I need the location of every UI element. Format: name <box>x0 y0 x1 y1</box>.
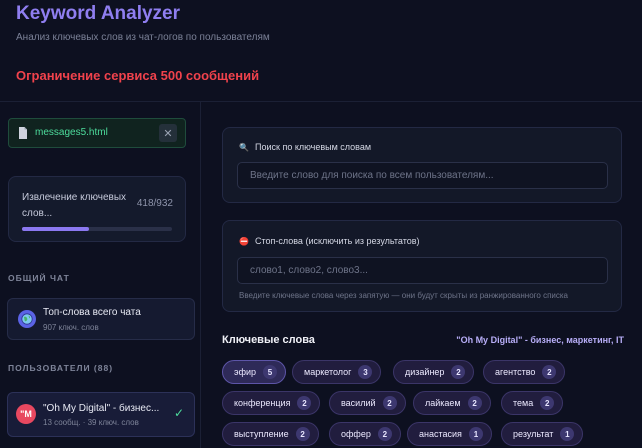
extraction-progress: Извлечение ключевых слов... 418/932 <box>8 176 186 242</box>
app-title: Keyword Analyzer <box>16 3 181 24</box>
progress-label: Извлечение ключевых слов... <box>22 192 127 219</box>
stopwords-panel: ⛔ Стоп-слова (исключить из результатов) В… <box>222 220 622 312</box>
loaded-file-chip: messages5.html ✕ <box>8 118 186 148</box>
keyword-word: маркетолог <box>304 367 352 377</box>
general-chat-title: Топ-слова всего чата <box>43 307 141 318</box>
keyword-word: тема <box>513 398 534 408</box>
keyword-word: оффер <box>341 429 371 439</box>
search-icon: 🔍 <box>239 143 249 152</box>
user-item-selected[interactable]: "M "Oh My Digital" - бизнес... 13 сообщ.… <box>7 392 195 437</box>
keyword-count: 2 <box>382 396 397 410</box>
keywords-title: Ключевые слова <box>222 334 315 346</box>
progress-bar <box>22 227 172 231</box>
sidebar: messages5.html ✕ Извлечение ключевых сло… <box>0 102 201 448</box>
stopwords-label-row: ⛔ Стоп-слова (исключить из результатов) <box>239 236 420 246</box>
keyword-word: агентство <box>495 367 536 377</box>
keyword-tag[interactable]: агентство 2 <box>483 360 566 384</box>
keyword-count: 2 <box>542 365 557 379</box>
keyword-tag[interactable]: лайкаем 2 <box>413 391 491 415</box>
user-stats: 13 сообщ. · 39 ключ. слов <box>43 418 139 427</box>
keyword-count: 2 <box>297 396 312 410</box>
progress-count: 418/932 <box>136 198 173 209</box>
search-input[interactable] <box>237 162 608 189</box>
keyword-tag[interactable]: результат 1 <box>501 422 584 446</box>
avatar: "M <box>16 404 36 424</box>
search-label-row: 🔍 Поиск по ключевым словам <box>239 142 371 152</box>
keywords-user-label: "Oh My Digital" - бизнес, маркетинг, IT <box>456 335 624 345</box>
no-entry-icon: ⛔ <box>239 237 249 246</box>
header: Keyword Analyzer Анализ ключевых слов из… <box>0 0 642 102</box>
keyword-tag[interactable]: эфир 5 <box>222 360 287 384</box>
keyword-word: конференция <box>234 398 291 408</box>
keyword-count: 1 <box>468 427 483 441</box>
stopwords-label: Стоп-слова (исключить из результатов) <box>255 236 420 246</box>
user-name: "Oh My Digital" - бизнес... <box>43 403 160 414</box>
keyword-word: эфир <box>234 367 257 377</box>
keyword-count: 2 <box>377 427 392 441</box>
keyword-count: 2 <box>467 396 482 410</box>
keyword-word: лайкаем <box>425 398 461 408</box>
keyword-tag[interactable]: тема 2 <box>501 391 564 415</box>
keyword-tag[interactable]: конференция 2 <box>222 391 321 415</box>
keyword-word: василий <box>341 398 376 408</box>
keyword-count: 2 <box>540 396 555 410</box>
keyword-count: 1 <box>560 427 575 441</box>
keyword-count: 5 <box>263 365 278 379</box>
keyword-count: 3 <box>358 365 373 379</box>
close-icon: ✕ <box>163 127 173 140</box>
keyword-count: 2 <box>451 365 466 379</box>
keyword-word: результат <box>513 429 554 439</box>
limit-warning: Ограничение сервиса 500 сообщений <box>16 68 260 83</box>
progress-bar-fill <box>22 227 90 231</box>
keyword-tag[interactable]: василий 2 <box>329 391 406 415</box>
general-chat-item[interactable]: Топ-слова всего чата 907 ключ. слов <box>7 298 195 340</box>
keyword-tag[interactable]: дизайнер 2 <box>393 360 475 384</box>
search-panel: 🔍 Поиск по ключевым словам <box>222 127 622 203</box>
file-icon <box>19 127 27 139</box>
stopwords-hint: Введите ключевые слова через запятую — о… <box>239 291 568 300</box>
globe-icon <box>18 310 36 328</box>
app-window: Keyword Analyzer Анализ ключевых слов из… <box>0 0 642 448</box>
keyword-tag[interactable]: маркетолог 3 <box>292 360 382 384</box>
keyword-word: анастасия <box>419 429 462 439</box>
remove-file-button[interactable]: ✕ <box>159 124 177 142</box>
app-subtitle: Анализ ключевых слов из чат-логов по пол… <box>16 32 270 43</box>
keyword-count: 2 <box>295 427 310 441</box>
file-name: messages5.html <box>35 127 108 138</box>
keyword-tag[interactable]: выступление 2 <box>222 422 319 446</box>
keyword-tag[interactable]: анастасия 1 <box>407 422 492 446</box>
stopwords-input[interactable] <box>237 257 608 284</box>
check-icon: ✓ <box>173 406 184 420</box>
general-chat-heading: ОБЩИЙ ЧАТ <box>8 273 70 283</box>
users-heading: ПОЛЬЗОВАТЕЛИ (88) <box>8 363 114 373</box>
keyword-word: дизайнер <box>405 367 445 377</box>
keyword-word: выступление <box>234 429 289 439</box>
keyword-tag[interactable]: оффер 2 <box>329 422 401 446</box>
general-chat-subtitle: 907 ключ. слов <box>43 323 99 332</box>
search-label: Поиск по ключевым словам <box>255 142 372 152</box>
